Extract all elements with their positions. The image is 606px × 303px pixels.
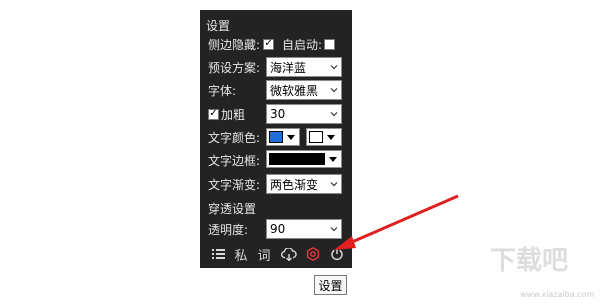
watermark-logo: 下载吧: [490, 246, 569, 276]
watermark-url: www.xiazaiba.com: [520, 290, 595, 299]
tooltip: 设置: [314, 275, 347, 295]
